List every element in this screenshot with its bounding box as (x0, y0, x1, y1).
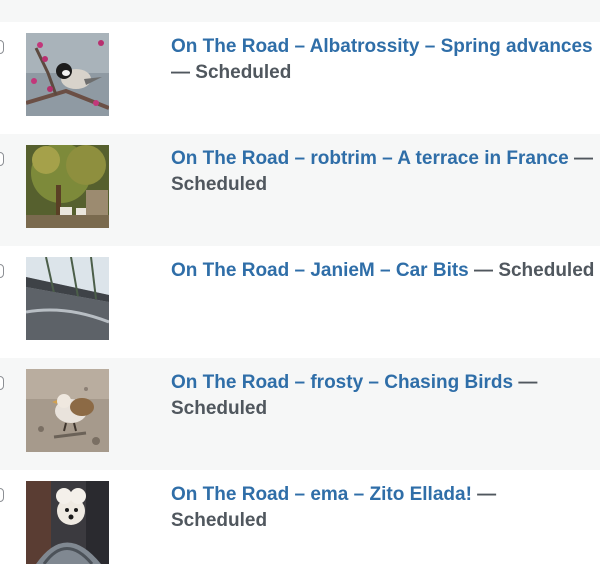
post-thumbnail[interactable] (26, 481, 109, 564)
row-checkbox[interactable] (0, 376, 4, 390)
post-thumbnail[interactable] (26, 369, 109, 452)
row-checkbox[interactable] (0, 152, 4, 166)
post-list: On The Road – Albatrossity – Spring adva… (0, 0, 600, 582)
title-separator: — (171, 62, 196, 83)
post-title-link[interactable]: On The Road – frosty – Chasing Birds (171, 372, 513, 393)
post-title-link[interactable]: On The Road – JanieM – Car Bits (171, 260, 469, 281)
table-row: On The Road – ema – Zito Ellada! — Sched… (0, 470, 600, 582)
table-row: On The Road – Albatrossity – Spring adva… (0, 22, 600, 134)
post-title-cell: On The Road – ema – Zito Ellada! — Sched… (171, 482, 596, 534)
table-row: On The Road – robtrim – A terrace in Fra… (0, 134, 600, 246)
post-status: Scheduled (498, 260, 595, 281)
table-row: On The Road – frosty – Chasing Birds — S… (0, 358, 600, 470)
post-title-cell: On The Road – Albatrossity – Spring adva… (171, 34, 596, 86)
dog-carrier-thumbnail-image (26, 481, 109, 564)
row-checkbox[interactable] (0, 40, 4, 54)
title-separator: — (471, 484, 497, 505)
table-row: On The Road – JanieM – Car Bits — Schedu… (0, 246, 600, 358)
chickadee-thumbnail-image (26, 33, 109, 116)
title-separator: — (568, 148, 593, 169)
post-thumbnail[interactable] (26, 33, 109, 116)
row-checkbox[interactable] (0, 264, 4, 278)
post-title-cell: On The Road – frosty – Chasing Birds — S… (171, 370, 596, 422)
row-checkbox[interactable] (0, 488, 4, 502)
post-title-link[interactable]: On The Road – Albatrossity – Spring adva… (171, 36, 593, 57)
post-thumbnail[interactable] (26, 257, 109, 340)
title-separator: — (468, 260, 499, 281)
post-status: Scheduled (171, 398, 268, 419)
post-status: Scheduled (195, 62, 292, 83)
post-status: Scheduled (171, 510, 268, 531)
car-bits-thumbnail-image (26, 257, 109, 340)
post-status: Scheduled (171, 174, 268, 195)
post-title-link[interactable]: On The Road – robtrim – A terrace in Fra… (171, 148, 569, 169)
post-title-cell: On The Road – JanieM – Car Bits — Schedu… (171, 258, 596, 284)
post-thumbnail[interactable] (26, 145, 109, 228)
post-title-link[interactable]: On The Road – ema – Zito Ellada! (171, 484, 472, 505)
post-title-cell: On The Road – robtrim – A terrace in Fra… (171, 146, 596, 198)
title-separator: — (513, 372, 538, 393)
snow-bunting-thumbnail-image (26, 369, 109, 452)
garden-terrace-thumbnail-image (26, 145, 109, 228)
